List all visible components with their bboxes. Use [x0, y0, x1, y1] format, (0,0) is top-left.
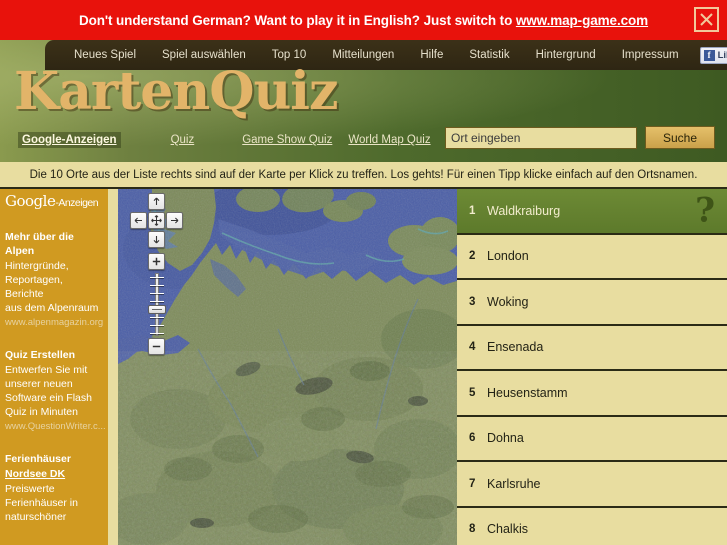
search-input[interactable]	[445, 126, 637, 149]
ad-item[interactable]: Quiz Erstellen Entwerfen Sie mit unserer…	[5, 348, 106, 434]
place-name[interactable]: Ensenada	[487, 340, 543, 354]
zoom-tick	[150, 293, 164, 294]
place-number: 2	[469, 250, 476, 263]
list-item[interactable]: 8 Chalkis	[457, 507, 727, 545]
place-number: 3	[469, 295, 476, 308]
instruction-text: Die 10 Orte aus der Liste rechts sind au…	[29, 168, 698, 181]
ad-title-second-line[interactable]: Nordsee DK	[5, 467, 103, 481]
zoom-tick	[150, 285, 164, 286]
place-name[interactable]: Dohna	[487, 431, 524, 445]
google-ads-link-bar: Google-Anzeigen Quiz Game Show Quiz Worl…	[18, 129, 509, 151]
facebook-like-button[interactable]: f Like	[699, 46, 727, 64]
pan-right-icon[interactable]	[166, 212, 183, 229]
ad-item[interactable]: Mehr über die Alpen Hintergründe, Report…	[5, 230, 103, 330]
search-button[interactable]: Suche	[645, 126, 715, 149]
ad-item[interactable]: Ferienhäuser Nordsee DK Preiswerte Ferie…	[5, 452, 103, 524]
google-ads-sidebar-header: Google-Anzeigen	[5, 193, 103, 212]
zoom-tick	[150, 317, 164, 318]
place-name[interactable]: London	[487, 249, 529, 263]
nav-item-top-10[interactable]: Top 10	[259, 49, 320, 61]
ad-title[interactable]: Mehr über die Alpen	[5, 230, 103, 258]
map-satellite-imagery	[118, 189, 457, 545]
list-item[interactable]: 1 Waldkraiburg ?	[457, 189, 727, 235]
nav-item-impressum[interactable]: Impressum	[609, 49, 692, 61]
hint-question-icon[interactable]: ?	[695, 193, 715, 227]
facebook-icon: f	[703, 49, 715, 61]
ad-line: Ferienhäuser in	[5, 497, 78, 509]
recenter-map-icon[interactable]	[148, 212, 165, 229]
ad-line: Software ein Flash	[5, 392, 92, 404]
zoom-tick	[150, 333, 164, 334]
zoom-tick	[150, 325, 164, 326]
banner-message: Don't understand German? Want to play it…	[79, 13, 648, 28]
places-list: 1 Waldkraiburg ? 2 London 3 Woking 4 Ens…	[457, 189, 727, 545]
zoom-tick	[150, 301, 164, 302]
page-title: KartenQuiz	[14, 61, 339, 122]
place-number: 5	[469, 386, 476, 399]
adnav-link-quiz[interactable]: Quiz	[171, 134, 195, 146]
list-item[interactable]: 3 Woking	[457, 280, 727, 326]
facebook-like-label: Like	[717, 49, 727, 61]
nav-item-mitteilungen[interactable]: Mitteilungen	[319, 49, 407, 61]
nav-item-statistik[interactable]: Statistik	[456, 49, 522, 61]
place-number: 7	[469, 477, 476, 490]
satellite-map[interactable]	[118, 189, 457, 545]
ad-line: aus dem Alpenraum	[5, 302, 99, 314]
ad-line: unserer neuen	[5, 378, 73, 390]
place-number: 1	[469, 204, 476, 217]
zoom-out-icon[interactable]	[148, 338, 165, 355]
list-item[interactable]: 2 London	[457, 234, 727, 280]
site-header: Neues Spiel Spiel auswählen Top 10 Mitte…	[0, 40, 727, 162]
main-content: Google-Anzeigen Mehr über die Alpen Hint…	[0, 189, 727, 545]
search-area: Suche	[445, 126, 715, 149]
zoom-in-icon[interactable]	[148, 253, 165, 270]
close-icon[interactable]	[694, 7, 719, 32]
instruction-bar: Die 10 Orte aus der Liste rechts sind au…	[0, 162, 727, 189]
zoom-slider-handle[interactable]	[148, 305, 166, 314]
place-number: 4	[469, 341, 476, 354]
google-ads-sidebar: Google-Anzeigen Mehr über die Alpen Hint…	[0, 189, 108, 545]
banner-message-text: Don't understand German? Want to play it…	[78, 12, 516, 28]
nav-item-neues-spiel[interactable]: Neues Spiel	[61, 49, 149, 61]
pan-down-icon[interactable]	[148, 231, 165, 248]
facebook-like-widget: f Like 311	[699, 46, 727, 64]
zoom-tick	[150, 277, 164, 278]
place-name[interactable]: Karlsruhe	[487, 477, 541, 491]
ad-line: naturschöner	[5, 511, 67, 523]
pan-left-icon[interactable]	[130, 212, 147, 229]
nav-item-hilfe[interactable]: Hilfe	[407, 49, 456, 61]
place-name[interactable]: Waldkraiburg	[487, 204, 560, 218]
english-switch-banner: Don't understand German? Want to play it…	[0, 0, 727, 40]
place-name[interactable]: Woking	[487, 295, 528, 309]
map-game-link[interactable]: www.map-game.com	[516, 13, 648, 28]
ad-line: Hintergründe,	[5, 260, 69, 272]
list-item[interactable]: 4 Ensenada	[457, 325, 727, 371]
ad-title[interactable]: Ferienhäuser	[5, 452, 103, 466]
list-item[interactable]: 7 Karlsruhe	[457, 462, 727, 508]
adnav-link-world-map-quiz[interactable]: World Map Quiz	[348, 134, 430, 146]
ad-title[interactable]: Quiz Erstellen	[5, 348, 103, 362]
list-item[interactable]: 5 Heusenstamm	[457, 371, 727, 417]
ad-url[interactable]: www.QuestionWriter.c...	[5, 420, 106, 434]
place-name[interactable]: Heusenstamm	[487, 386, 568, 400]
list-item[interactable]: 6 Dohna	[457, 416, 727, 462]
adnav-link-game-show-quiz[interactable]: Game Show Quiz	[242, 134, 332, 146]
place-name[interactable]: Chalkis	[487, 522, 528, 536]
nav-item-spiel-auswaehlen[interactable]: Spiel auswählen	[149, 49, 259, 61]
google-wordmark: Google	[5, 192, 56, 210]
place-number: 8	[469, 523, 476, 536]
ad-url[interactable]: www.alpenmagazin.org	[5, 316, 103, 330]
ad-line: Quiz in Minuten	[5, 406, 78, 418]
google-anzeigen-label[interactable]: Google-Anzeigen	[18, 132, 121, 148]
ad-line: Entwerfen Sie mit	[5, 364, 88, 376]
ad-line: Reportagen, Berichte	[5, 274, 63, 300]
anzeigen-label: -Anzeigen	[55, 197, 99, 209]
place-number: 6	[469, 432, 476, 445]
nav-item-hintergrund[interactable]: Hintergrund	[523, 49, 609, 61]
pan-up-icon[interactable]	[148, 193, 165, 210]
ad-line: Preiswerte	[5, 483, 55, 495]
